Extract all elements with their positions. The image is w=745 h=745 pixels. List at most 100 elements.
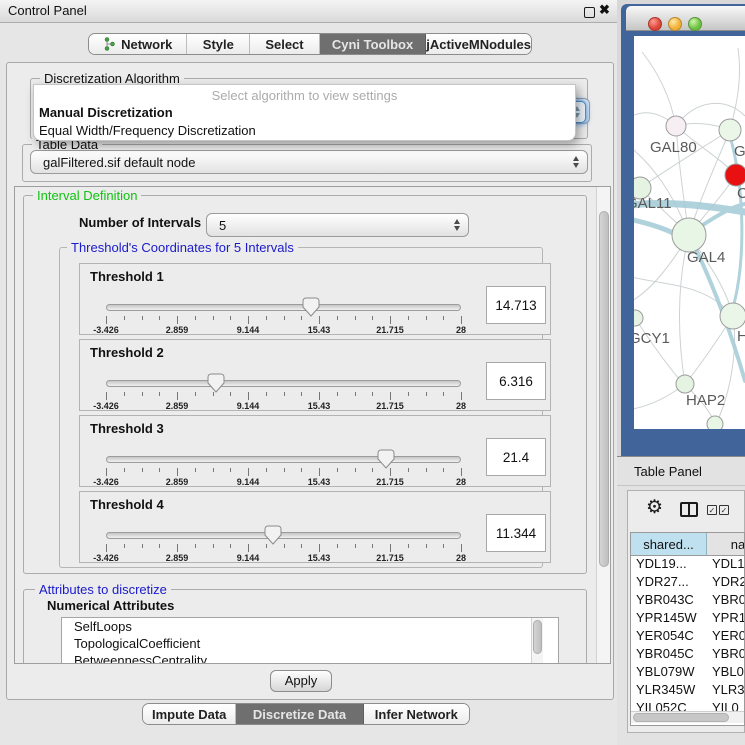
cell-name[interactable]: YBR0 bbox=[707, 646, 745, 664]
attribute-list-item[interactable]: TopologicalCoefficient bbox=[62, 635, 558, 652]
checkbox-icon[interactable]: ✓ bbox=[719, 505, 729, 515]
table-header-row: shared... na bbox=[631, 533, 745, 556]
network-node[interactable] bbox=[720, 303, 745, 329]
cell-shared-name[interactable]: YBR045C bbox=[631, 646, 707, 664]
thresholds-group-title: Threshold's Coordinates for 5 Intervals bbox=[67, 240, 298, 255]
tab-discretize-data[interactable]: Discretize Data bbox=[236, 704, 363, 724]
float-window-icon[interactable] bbox=[584, 7, 595, 18]
table-data-combobox[interactable]: galFiltered.sif default node bbox=[30, 150, 588, 174]
slider-track[interactable] bbox=[106, 456, 461, 463]
table-row[interactable]: YIL052CYIL0 bbox=[631, 700, 745, 711]
tab-select[interactable]: Select bbox=[250, 34, 320, 54]
table-row[interactable]: YPR145WYPR1 bbox=[631, 610, 745, 628]
cell-shared-name[interactable]: YER054C bbox=[631, 628, 707, 646]
network-icon bbox=[103, 37, 116, 51]
network-node[interactable] bbox=[634, 310, 643, 326]
threshold-1-slider[interactable]: -3.4262.8599.14415.4321.71528 bbox=[106, 296, 461, 332]
settings-scrollbar[interactable] bbox=[596, 187, 610, 663]
cell-name[interactable]: YDL1 bbox=[707, 556, 745, 574]
slider-track[interactable] bbox=[106, 380, 461, 387]
cell-shared-name[interactable]: YBL079W bbox=[631, 664, 707, 682]
cell-name[interactable]: YBR0 bbox=[707, 592, 745, 610]
scrollbar-thumb[interactable] bbox=[633, 713, 729, 722]
cell-shared-name[interactable]: YLR345W bbox=[631, 682, 707, 700]
slider-track[interactable] bbox=[106, 304, 461, 311]
threshold-2-value-field[interactable]: 6.316 bbox=[486, 362, 546, 400]
slider-track[interactable] bbox=[106, 532, 461, 539]
algorithm-option-manual[interactable]: Manual Discretization bbox=[34, 104, 575, 122]
threshold-4-box: Threshold 4 -3.4262.8599.14415.4321.7152… bbox=[79, 491, 551, 563]
cell-name[interactable]: YDR2 bbox=[707, 574, 745, 592]
cell-name[interactable]: YIL0 bbox=[707, 700, 739, 711]
cell-name[interactable]: YBL0 bbox=[707, 664, 744, 682]
gear-icon[interactable]: ⚙ bbox=[646, 498, 663, 518]
tab-cyni-toolbox[interactable]: Cyni Toolbox bbox=[320, 34, 426, 54]
scrollbar-thumb[interactable] bbox=[599, 211, 609, 567]
network-nodes: GAL80GACGAL11GAL4HGCY1HAP2 bbox=[634, 116, 745, 429]
numerical-attributes-label: Numerical Attributes bbox=[47, 598, 174, 613]
close-traffic-light[interactable] bbox=[648, 17, 662, 31]
slider-thumb[interactable] bbox=[207, 373, 225, 393]
threshold-4-slider[interactable]: -3.4262.8599.14415.4321.71528 bbox=[106, 524, 461, 560]
column-header-name[interactable]: na bbox=[707, 533, 745, 556]
slider-thumb[interactable] bbox=[377, 449, 395, 469]
table-panel-header: Table Panel bbox=[617, 456, 745, 486]
network-node[interactable] bbox=[719, 119, 741, 141]
attributes-list-scrollbar[interactable] bbox=[531, 618, 543, 664]
threshold-3-slider[interactable]: -3.4262.8599.14415.4321.71528 bbox=[106, 448, 461, 484]
network-node[interactable] bbox=[676, 375, 694, 393]
apply-button[interactable]: Apply bbox=[270, 670, 332, 692]
column-header-shared-name[interactable]: shared... bbox=[631, 533, 707, 556]
close-icon[interactable]: ✖ bbox=[599, 2, 610, 18]
number-of-intervals-combobox[interactable]: 5 bbox=[206, 213, 469, 237]
control-panel-titlebar: Control Panel ✖ bbox=[0, 0, 617, 23]
threshold-4-value-field[interactable]: 11.344 bbox=[486, 514, 546, 552]
tab-infer-network[interactable]: Infer Network bbox=[364, 704, 469, 724]
table-row[interactable]: YDR27...YDR2 bbox=[631, 574, 745, 592]
minimize-traffic-light[interactable] bbox=[668, 17, 682, 31]
slider-thumb[interactable] bbox=[264, 525, 282, 545]
threshold-2-slider[interactable]: -3.4262.8599.14415.4321.71528 bbox=[106, 372, 461, 408]
numerical-attributes-list[interactable]: SelfLoopsTopologicalCoefficientBetweenne… bbox=[61, 617, 559, 664]
slider-ticks bbox=[106, 316, 461, 325]
table-row[interactable]: YBR045CYBR0 bbox=[631, 646, 745, 664]
threshold-1-value-field[interactable]: 14.713 bbox=[486, 286, 546, 324]
table-row[interactable]: YLR345WYLR3 bbox=[631, 682, 745, 700]
stepper-icon[interactable] bbox=[454, 219, 460, 231]
show-columns-icon[interactable] bbox=[680, 502, 698, 517]
tab-select-label: Select bbox=[265, 37, 303, 52]
cell-shared-name[interactable]: YDL19... bbox=[631, 556, 707, 574]
cell-shared-name[interactable]: YBR043C bbox=[631, 592, 707, 610]
table-row[interactable]: YBR043CYBR0 bbox=[631, 592, 745, 610]
network-canvas[interactable]: GAL80GACGAL11GAL4HGCY1HAP2 bbox=[634, 36, 745, 429]
algorithm-option-equal-width[interactable]: Equal Width/Frequency Discretization bbox=[34, 122, 575, 140]
network-node[interactable] bbox=[672, 218, 706, 252]
cell-shared-name[interactable]: YPR145W bbox=[631, 610, 707, 628]
stepper-icon[interactable] bbox=[573, 156, 579, 168]
tab-impute-data[interactable]: Impute Data bbox=[143, 704, 236, 724]
threshold-3-value-field[interactable]: 21.4 bbox=[486, 438, 546, 476]
network-node-label: GAL4 bbox=[687, 249, 725, 266]
checkbox-icon[interactable]: ✓ bbox=[707, 505, 717, 515]
cell-name[interactable]: YER0 bbox=[707, 628, 745, 646]
network-node[interactable] bbox=[666, 116, 686, 136]
attribute-list-item[interactable]: SelfLoops bbox=[62, 618, 558, 635]
tab-jactivemnodules[interactable]: jActiveMNodules bbox=[426, 34, 531, 54]
network-node[interactable] bbox=[725, 164, 745, 186]
cell-shared-name[interactable]: YDR27... bbox=[631, 574, 707, 592]
tab-style[interactable]: Style bbox=[187, 34, 250, 54]
cell-name[interactable]: YPR1 bbox=[707, 610, 745, 628]
attribute-list-item[interactable]: BetweennessCentrality bbox=[62, 652, 558, 664]
slider-thumb[interactable] bbox=[302, 297, 320, 317]
cell-shared-name[interactable]: YIL052C bbox=[631, 700, 707, 711]
table-row[interactable]: YDL19...YDL1 bbox=[631, 556, 745, 574]
zoom-traffic-light[interactable] bbox=[688, 17, 702, 31]
network-node[interactable] bbox=[707, 416, 723, 429]
attributes-group-title: Attributes to discretize bbox=[35, 582, 171, 597]
table-row[interactable]: YER054CYER0 bbox=[631, 628, 745, 646]
tab-network[interactable]: Network bbox=[89, 34, 187, 54]
cell-name[interactable]: YLR3 bbox=[707, 682, 745, 700]
scrollbar-thumb[interactable] bbox=[533, 620, 542, 654]
table-horizontal-scrollbar[interactable] bbox=[631, 711, 744, 723]
table-row[interactable]: YBL079WYBL0 bbox=[631, 664, 745, 682]
